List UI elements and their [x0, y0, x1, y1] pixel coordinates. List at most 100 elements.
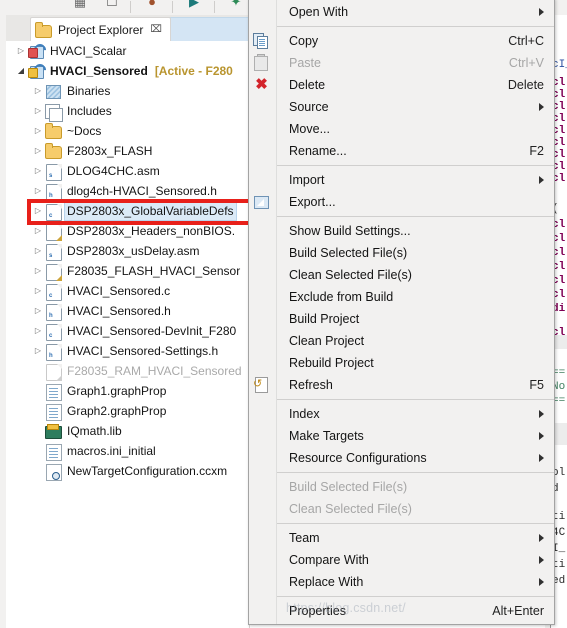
tree-item[interactable]: ▷ c HVACI_Sensored.c [6, 281, 249, 301]
menu-item-export[interactable]: Export... [254, 191, 554, 213]
delete-icon: ✖ [255, 76, 268, 93]
tree-item[interactable]: ▷ HVACI_Scalar [6, 41, 249, 61]
toolbar-separator [172, 1, 173, 13]
tree-item[interactable]: ▷ s DSP2803x_usDelay.asm [6, 241, 249, 261]
chevron-right-icon[interactable]: ▷ [31, 161, 45, 181]
tree-item[interactable]: F28035_RAM_HVACI_Sensored [6, 361, 249, 381]
chevron-right-icon[interactable]: ▷ [31, 221, 45, 241]
context-menu[interactable]: Open With Copy Ctrl+C Paste Ctrl+V ✖ Delete Del… [248, 0, 555, 625]
tree-item[interactable]: ▷ h HVACI_Sensored.h [6, 301, 249, 321]
chevron-right-icon[interactable]: ▷ [31, 261, 45, 281]
menu-item-team[interactable]: Team [277, 527, 554, 549]
project-tree[interactable]: ▷ HVACI_Scalar ◢ HVACI_Sensored [Active - F2… [6, 41, 250, 628]
tree-item[interactable]: ▷ DSP2803x_Headers_nonBIOS. [6, 221, 249, 241]
chevron-right-icon[interactable]: ▷ [31, 121, 45, 141]
tree-item[interactable]: NewTargetConfiguration.ccxm [6, 461, 249, 481]
chevron-right-icon[interactable]: ▷ [31, 281, 45, 301]
menu-item-source[interactable]: Source [277, 96, 554, 118]
tree-item[interactable]: ▷ Includes [6, 101, 249, 122]
profile-icon[interactable]: ✦ [228, 0, 244, 10]
tree-item[interactable]: ▷ h HVACI_Sensored-Settings.h [6, 341, 249, 361]
menu-item-rename[interactable]: Rename... F2 [277, 140, 554, 162]
tree-item[interactable]: ▷ Binaries [6, 81, 249, 101]
tree-item[interactable]: Graph2.graphProp [6, 401, 249, 421]
menu-item-show-build-settings[interactable]: Show Build Settings... [277, 220, 554, 242]
tree-item[interactable]: ▷ h dlog4ch-HVACI_Sensored.h [6, 181, 249, 201]
menu-separator [277, 399, 554, 400]
menu-item-build-selected-file-s[interactable]: Build Selected File(s) [277, 242, 554, 264]
project-explorer-panel: Project Explorer ⌧ ▷ HVACI_Scalar ◢ HVACI_S… [0, 15, 250, 628]
menu-item-delete[interactable]: ✖ Delete Delete [255, 74, 554, 96]
run-icon[interactable]: ▶ [186, 0, 202, 10]
copy-icon [253, 32, 270, 49]
menu-item-label: Import [289, 173, 325, 187]
menu-item-label: Rename... [289, 144, 347, 158]
menu-item-label: Build Selected File(s) [289, 480, 408, 494]
menu-item-clean-project[interactable]: Clean Project [277, 330, 554, 352]
menu-item-label: Team [289, 531, 320, 545]
menu-item-shortcut: F2 [529, 144, 544, 158]
menu-item-move[interactable]: Move... [277, 118, 554, 140]
menu-item-resource-configurations[interactable]: Resource Configurations [277, 447, 554, 469]
menu-item-label: Refresh [289, 378, 333, 392]
menu-separator [277, 216, 554, 217]
chevron-right-icon[interactable]: ▷ [31, 181, 45, 201]
menu-item-compare-with[interactable]: Compare With [277, 549, 554, 571]
menu-item-properties[interactable]: Properties Alt+Enter [277, 600, 554, 622]
tree-item[interactable]: ▷ c HVACI_Sensored-DevInit_F280 [6, 321, 249, 341]
tree-item-label: DSP2803x_Headers_nonBIOS. [67, 223, 236, 238]
c-file-icon: c [45, 283, 62, 301]
tree-item-label: HVACI_Sensored.c [67, 283, 171, 298]
chevron-right-icon[interactable]: ▷ [31, 341, 45, 361]
tree-item[interactable]: ▷ F2803x_FLASH [6, 141, 249, 161]
chevron-right-icon[interactable]: ▷ [31, 141, 45, 161]
debug-icon[interactable]: ● [144, 0, 160, 10]
chevron-right-icon[interactable]: ▷ [31, 241, 45, 261]
cmd-file-icon [45, 263, 62, 281]
tree-item[interactable]: IQmath.lib [6, 421, 249, 441]
tree-item-selected[interactable]: ▷ c DSP2803x_GlobalVariableDefs [6, 201, 249, 221]
submenu-arrow-icon [539, 556, 544, 564]
menu-item-refresh[interactable]: ↺ Refresh F5 [253, 374, 554, 396]
asm-file-icon: s [45, 243, 62, 261]
ccs-project-icon-active [28, 61, 49, 80]
layout-icon[interactable]: ☐ [104, 0, 120, 10]
chevron-down-icon[interactable]: ◢ [14, 61, 28, 81]
menu-item-build-project[interactable]: Build Project [277, 308, 554, 330]
chevron-right-icon[interactable]: ▷ [14, 41, 28, 61]
table-icon[interactable]: ▦ [72, 0, 88, 10]
chevron-right-icon[interactable]: ▷ [31, 201, 45, 221]
c-file-icon: c [45, 323, 62, 341]
chevron-right-icon[interactable]: ▷ [31, 301, 45, 321]
refresh-icon: ↺ [253, 376, 270, 393]
tab-project-explorer[interactable]: Project Explorer ⌧ [30, 17, 171, 41]
menu-item-make-targets[interactable]: Make Targets [277, 425, 554, 447]
toolbar-separator [130, 1, 131, 13]
menu-item-exclude-from-build[interactable]: Exclude from Build [277, 286, 554, 308]
h-file-icon: h [45, 183, 62, 201]
menu-item-clean-selected-file-s[interactable]: Clean Selected File(s) [277, 264, 554, 286]
asm-file-icon: s [45, 163, 62, 181]
tree-item-label: macros.ini_initial [67, 443, 156, 458]
binaries-icon [45, 83, 62, 100]
tree-item[interactable]: macros.ini_initial [6, 441, 249, 461]
tree-item[interactable]: ▷ ~Docs [6, 121, 249, 141]
chevron-right-icon[interactable]: ▷ [31, 101, 45, 121]
menu-item-index[interactable]: Index [277, 403, 554, 425]
menu-item-replace-with[interactable]: Replace With [277, 571, 554, 593]
tree-item-label: F28035_RAM_HVACI_Sensored [67, 363, 242, 378]
tree-item[interactable]: ▷ F28035_FLASH_HVACI_Sensor [6, 261, 249, 281]
chevron-right-icon[interactable]: ▷ [31, 321, 45, 341]
menu-item-open-with[interactable]: Open With [277, 1, 554, 23]
tree-item-label: Binaries [67, 83, 111, 98]
tree-item[interactable]: Graph1.graphProp [6, 381, 249, 401]
tree-item[interactable]: ◢ HVACI_Sensored [Active - F280 [6, 61, 249, 81]
menu-item-copy[interactable]: Copy Ctrl+C [253, 30, 554, 52]
menu-item-label: Source [289, 100, 329, 114]
tree-item[interactable]: ▷ s DLOG4CHC.asm [6, 161, 249, 181]
menu-item-rebuild-project[interactable]: Rebuild Project [277, 352, 554, 374]
menu-item-import[interactable]: Import [277, 169, 554, 191]
chevron-right-icon[interactable]: ▷ [31, 81, 45, 101]
close-icon[interactable]: ⌧ [150, 24, 162, 35]
menu-item-label: Copy [289, 34, 319, 48]
